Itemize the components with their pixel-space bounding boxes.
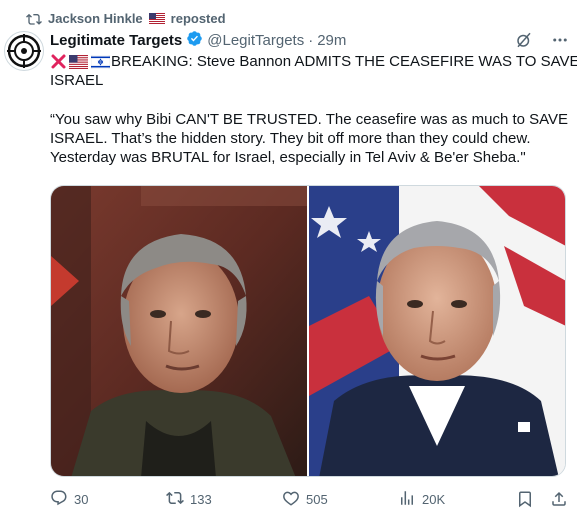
us-flag-emoji-icon — [69, 54, 88, 69]
avatar[interactable] — [4, 31, 44, 71]
israel-flag-emoji-icon — [91, 54, 110, 69]
heart-icon — [282, 489, 300, 510]
cross-mark-icon — [50, 53, 67, 70]
post-header: Legitimate Targets @LegitTargets · 29m — [50, 30, 569, 50]
headline-text: BREAKING: Steve Bannon ADMITS THE CEASEF… — [111, 53, 577, 70]
author-name[interactable]: Legitimate Targets — [50, 32, 182, 49]
headline-line-1: BREAKING: Steve Bannon ADMITS THE CEASEF… — [50, 52, 577, 71]
quote-line-3: Yesterday was BRUTAL for Israel, especia… — [50, 149, 526, 166]
repost-button[interactable]: 133 — [166, 489, 282, 510]
photo-left[interactable] — [51, 186, 307, 476]
repost-user[interactable]: Jackson Hinkle — [48, 11, 143, 26]
repost-indicator[interactable]: Jackson Hinkle reposted — [26, 9, 226, 27]
media-grid — [50, 185, 566, 477]
action-bar: 30 133 505 20K — [50, 489, 568, 509]
photo-right[interactable] — [309, 186, 565, 476]
us-flag-icon — [148, 12, 165, 24]
post-time[interactable]: 29m — [317, 32, 346, 49]
views-count: 20K — [422, 491, 446, 507]
headline-line-2: ISRAEL — [50, 72, 104, 89]
bookmark-icon[interactable] — [516, 490, 534, 508]
quote-line-2: ISRAEL. That’s the hidden story. They bi… — [50, 130, 531, 147]
repost-count: 133 — [190, 491, 212, 507]
quote-line-1: “You saw why Bibi CAN'T BE TRUSTED. The … — [50, 111, 569, 128]
repost-label: reposted — [170, 10, 226, 26]
like-button[interactable]: 505 — [282, 489, 398, 510]
grok-icon[interactable] — [515, 31, 533, 49]
repost-action-icon — [166, 489, 184, 510]
views-icon — [398, 489, 416, 510]
reply-icon — [50, 489, 68, 510]
quote-text: “You saw why Bibi CAN'T BE TRUSTED. The … — [50, 110, 569, 167]
more-icon[interactable] — [551, 31, 569, 49]
views-button[interactable]: 20K — [398, 489, 514, 510]
reply-count: 30 — [74, 491, 89, 507]
separator-dot: · — [308, 31, 314, 49]
repost-icon — [26, 11, 42, 25]
like-count: 505 — [306, 491, 328, 507]
post-text: BREAKING: Steve Bannon ADMITS THE CEASEF… — [50, 52, 577, 167]
share-icon[interactable] — [550, 490, 568, 508]
reply-button[interactable]: 30 — [50, 489, 166, 510]
verified-badge-icon — [186, 30, 203, 51]
author-handle[interactable]: @LegitTargets — [207, 32, 304, 49]
